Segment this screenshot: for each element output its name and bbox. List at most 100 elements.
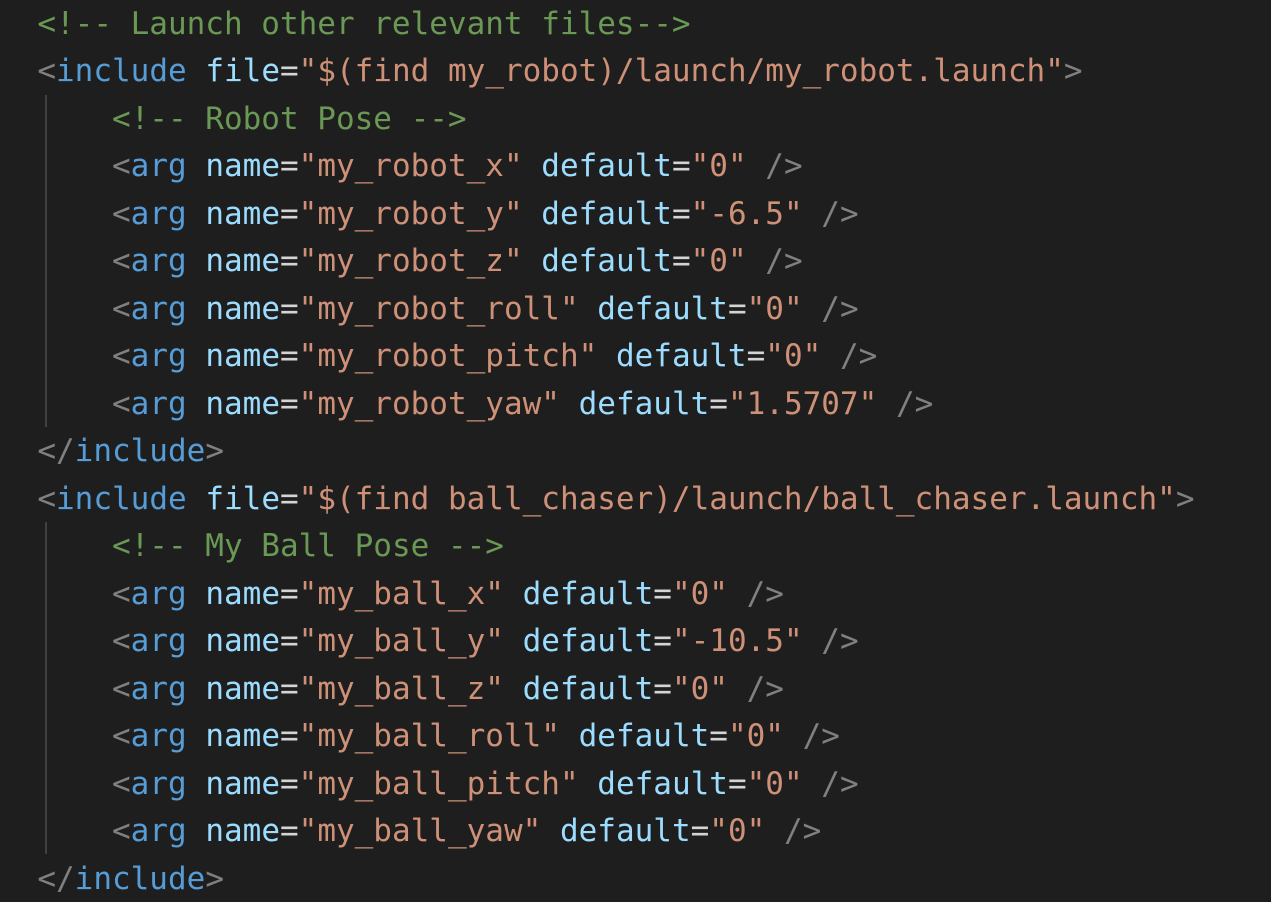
code-token: "my_robot_roll" [298,290,579,327]
code-token: name [205,195,280,232]
code-token: /> [821,290,859,327]
code-token: <!-- Launch other relevant files--> [37,5,691,42]
code-token: name [205,243,280,279]
code-token: arg [130,813,187,849]
code-token: <!-- Robot Pose --> [111,100,467,137]
code-line[interactable]: </include> [0,428,224,476]
code-token: name [205,338,280,374]
code-line[interactable]: </include> [0,856,224,902]
code-token: > [205,860,224,897]
code-token: = [727,290,747,327]
code-token: name [205,148,280,184]
code-line[interactable]: <include file="$(find my_robot)/launch/m… [0,48,1083,96]
code-token: = [653,670,672,707]
code-line[interactable]: <arg name="my_ball_y" default="-10.5" /> [0,618,859,666]
code-token: /> [895,385,934,422]
code-line[interactable]: <arg name="my_ball_x" default="0" /> [0,571,784,619]
code-token: "$(find my_robot)/launch/my_robot.launch… [298,53,1064,89]
code-line[interactable]: <!-- Launch other relevant files--> [0,1,691,49]
code-line[interactable]: <arg name="my_robot_z" default="0" /> [0,238,803,286]
code-token: arg [130,623,187,659]
code-token: arg [130,385,187,422]
code-token: "my_ball_yaw" [298,813,542,849]
code-token: = [653,623,672,659]
code-line[interactable]: <include file="$(find ball_chaser)/launc… [0,476,1194,524]
code-token: arg [130,243,187,279]
code-token: = [727,765,747,802]
code-line[interactable]: <arg name="my_robot_roll" default="0" /> [0,286,859,334]
code-token: name [205,575,280,612]
code-token: /> [821,195,859,232]
code-token: "0" [709,813,766,849]
code-token: = [279,53,299,89]
code-token: < [111,670,131,707]
code-line[interactable]: <arg name="my_robot_yaw" default="1.5707… [0,381,933,429]
code-token: </ [37,860,75,897]
code-token: "my_robot_x" [298,148,523,184]
code-line[interactable]: <arg name="my_ball_roll" default="0" /> [0,713,840,761]
code-token: arg [130,718,187,754]
code-token: > [205,433,224,469]
code-line[interactable]: <!-- Robot Pose --> [0,96,467,144]
code-token: < [111,765,131,802]
code-token: default [578,718,710,754]
code-line[interactable]: <arg name="my_robot_y" default="-6.5" /> [0,191,859,239]
code-token: arg [130,338,187,374]
code-token: "1.5707" [727,385,878,422]
code-token: = [279,338,299,374]
code-line[interactable]: <arg name="my_ball_pitch" default="0" /> [0,761,859,809]
code-token: "my_robot_pitch" [298,338,598,374]
code-token: arg [130,575,187,612]
code-token: < [37,480,56,517]
code-token: default [522,575,654,612]
code-line[interactable]: <arg name="my_ball_z" default="0" /> [0,666,784,714]
code-token: = [653,575,672,612]
code-line[interactable]: <arg name="my_robot_pitch" default="0" /… [0,333,877,381]
code-token: = [279,148,299,184]
code-token: < [111,243,131,279]
code-token: include [56,480,187,517]
code-token: = [279,670,299,707]
code-token: <!-- My Ball Pose --> [111,528,504,564]
code-token: > [1063,53,1083,89]
code-line[interactable]: <arg name="my_robot_x" default="0" /> [0,143,803,191]
code-token: "my_ball_pitch" [298,765,579,802]
code-token: include [74,860,206,897]
code-token: default [578,385,710,422]
code-token: "-10.5" [671,623,803,659]
code-token: default [597,765,728,802]
code-token: < [111,813,131,849]
code-line[interactable]: <arg name="my_ball_yaw" default="0" /> [0,808,821,856]
code-editor[interactable]: <!-- Launch other relevant files--> <inc… [0,0,1271,902]
code-token: name [205,670,280,707]
code-token: default [541,148,672,184]
code-token: name [205,765,280,802]
code-token: < [37,53,56,89]
code-line[interactable]: <!-- My Ball Pose --> [0,523,504,571]
code-token: include [56,53,187,89]
